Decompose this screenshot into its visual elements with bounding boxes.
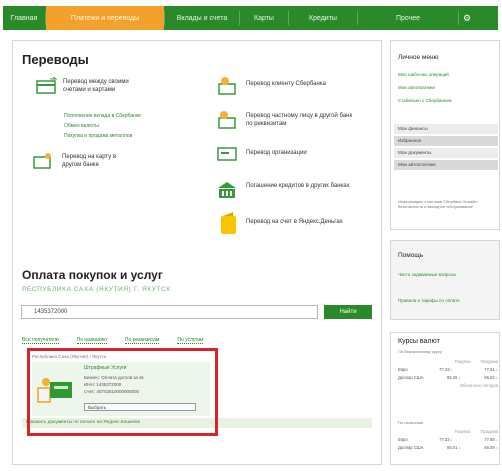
rates-note: Обновлено сегодня (459, 383, 498, 388)
personal-menu-row[interactable]: Мои финансы (394, 124, 498, 134)
rates-header: Покупка (454, 359, 471, 364)
personal-link[interactable]: Мои автоплатежи (398, 85, 435, 90)
bank-building-icon (216, 180, 238, 200)
tab-home[interactable]: Главная (3, 6, 45, 30)
search-button[interactable]: Найти (324, 305, 372, 319)
link-metals[interactable]: Покупка и продажа металлов (64, 133, 132, 140)
tab-other[interactable]: Прочее (358, 6, 458, 30)
tab-cards[interactable]: Карты (240, 6, 288, 30)
search-input[interactable]: 1435372000 (21, 305, 318, 319)
top-navigation: Главная Платежи и переводы Вклады и счет… (3, 6, 498, 30)
filter-by-name[interactable]: По названию (76, 337, 107, 344)
client-transfer-icon (216, 76, 238, 96)
rates-header: Продажа (480, 429, 498, 434)
personal-menu-row[interactable]: Мои документы (394, 148, 498, 158)
transfer-sberbank-client-link[interactable]: Перевод клиенту Сбербанка (246, 80, 356, 88)
filter-by-services[interactable]: По услугам (177, 337, 204, 344)
personal-menu-row[interactable]: Мои автоплатежи (394, 160, 498, 170)
transfer-other-bank-card-link[interactable]: Перевод на карту в другом банке (62, 153, 132, 169)
rate-row: Евро 77.33 ↓ 77.88 ↓ (398, 437, 498, 442)
rates-subtitle: По безналичному курсу (398, 349, 442, 354)
transfer-organization-link[interactable]: Перевод организации (246, 149, 346, 157)
link-deposit-topup[interactable]: Пополнение вклада в Сбербанке (64, 113, 141, 120)
rates-table: Покупка Продажа Евро 77.33 ↓ 77.61 ↓ Доллар… (398, 358, 498, 390)
rates-subtitle: По наличным (398, 420, 424, 425)
own-accounts-icon (36, 77, 58, 95)
link-currency-exchange[interactable]: Обмен валюты (64, 123, 99, 130)
credit-repayment-link[interactable]: Погашение кредитов в других банках (246, 182, 364, 190)
tab-payments[interactable]: Платежи и переводы (46, 6, 164, 30)
filter-all[interactable]: Все получатели (22, 337, 59, 344)
rate-row: Доллар США 65.26 ↓ 66.04 ↓ (398, 375, 498, 380)
rates-table: Покупка Продажа Евро 77.33 ↓ 77.88 ↓ Доллар… (398, 428, 498, 452)
gear-icon[interactable]: ⚙ (459, 13, 475, 24)
personal-link[interactable]: Стабильно с Сбербанком (398, 98, 451, 103)
help-title: Помощь (398, 252, 424, 259)
region-label[interactable]: РЕСПУБЛИКА САХА (ЯКУТИЯ) Г. ЯКУТСК (22, 286, 171, 293)
personal-menu-row[interactable]: Избранное (394, 136, 498, 146)
personal-menu-title: Личное меню (398, 54, 439, 61)
rates-header: Продажа (480, 359, 498, 364)
help-link[interactable]: Правила и тарифы по оплате (398, 298, 488, 303)
transfers-title: Переводы (22, 52, 89, 67)
tab-credits[interactable]: Кредиты (289, 6, 357, 30)
card-transfer-icon (33, 152, 55, 170)
help-link[interactable]: Часто задаваемые вопросы (398, 272, 488, 277)
yandex-wallet-icon (219, 211, 239, 235)
rates-header: Покупка (454, 429, 471, 434)
payments-title: Оплата покупок и услуг (22, 268, 163, 282)
other-bank-icon (216, 110, 238, 130)
filter-by-requisites[interactable]: По реквизитам (124, 337, 160, 344)
yandex-transfer-link[interactable]: Перевод на счет в Яндекс.Деньгах (246, 218, 346, 226)
tab-deposits[interactable]: Вклады и счета (165, 6, 239, 30)
transfer-requisites-link[interactable]: Перевод частному лицу в другой банк по р… (246, 112, 354, 128)
organization-icon (216, 146, 238, 162)
rate-row: Евро 77.33 ↓ 77.61 ↓ (398, 367, 498, 372)
rates-title: Курсы валют (398, 338, 440, 345)
rate-row: Доллар США 65.01 ↓ 66.09 ↓ (398, 445, 498, 450)
system-info-text: Информация о системе Сбербанк Онлайн: бе… (398, 199, 478, 209)
filter-tabs: Все получатели По названию По реквизитам… (22, 337, 204, 344)
personal-link[interactable]: Мои шаблоны операций (398, 72, 449, 77)
highlight-frame (27, 348, 218, 436)
transfer-own-accounts-link[interactable]: Перевод между своими счетами и картами (63, 78, 137, 94)
